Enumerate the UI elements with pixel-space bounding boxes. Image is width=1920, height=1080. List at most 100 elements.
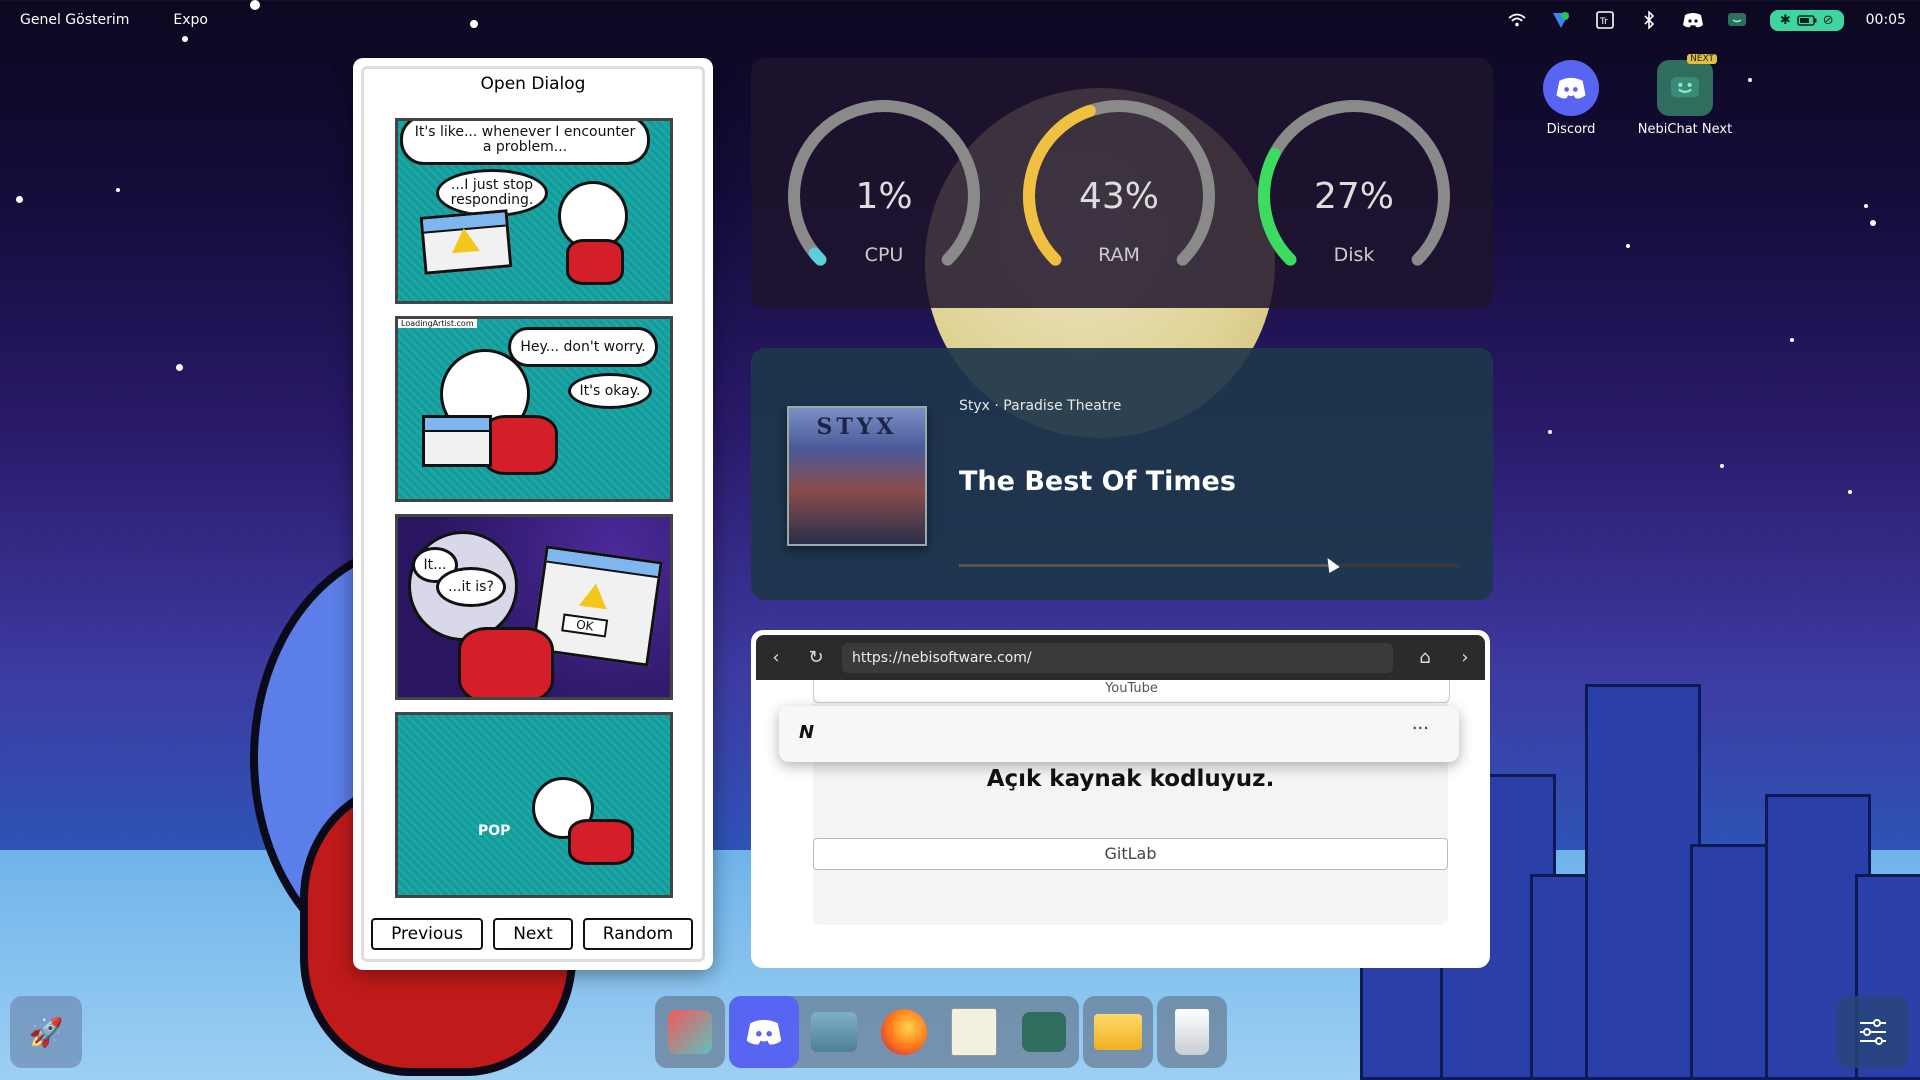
next-badge: NEXT	[1687, 54, 1717, 64]
page-headline: Açık kaynak kodluyuz.	[986, 766, 1275, 792]
clock[interactable]: 00:05	[1866, 12, 1906, 28]
nebichat-tray-icon[interactable]	[1726, 9, 1748, 31]
color-picker-icon	[668, 1010, 712, 1054]
speech-bubble: Hey... don't worry.	[508, 327, 658, 367]
cpu-gauge: 1% CPU	[784, 96, 984, 296]
mouse-cursor	[1322, 554, 1340, 574]
site-logo[interactable]: N	[799, 722, 814, 743]
bluetooth-icon: ✱	[1779, 12, 1791, 28]
top-bar: Genel Gösterim Expo Tr ✱ ⊘ 00:05	[0, 0, 1920, 42]
ram-gauge: 43% RAM	[1019, 96, 1219, 296]
random-button[interactable]: Random	[583, 918, 693, 950]
firefox-icon	[881, 1009, 927, 1055]
music-player-widget: STYX Styx · Paradise Theatre The Best Of…	[751, 348, 1493, 600]
discord-icon	[746, 1019, 782, 1045]
ram-value: 43%	[1078, 176, 1159, 217]
gitlab-link[interactable]: GitLab	[813, 838, 1448, 870]
ram-label: RAM	[1098, 244, 1140, 266]
sound-effect: POP	[478, 823, 511, 839]
youtube-link[interactable]: YouTube	[813, 680, 1450, 703]
progress-track[interactable]	[959, 554, 1459, 574]
browser-widget: ‹ ↻ https://nebisoftware.com/ ⌂ › YouTub…	[751, 630, 1490, 968]
quick-settings-button[interactable]	[1837, 996, 1909, 1068]
dock-archive[interactable]	[799, 996, 869, 1068]
warning-icon	[578, 581, 610, 610]
disk-label: Disk	[1333, 244, 1375, 266]
dialog-window	[419, 209, 513, 275]
vpn-shield-icon[interactable]	[1550, 9, 1572, 31]
character-shirt	[568, 819, 634, 865]
dock-group	[729, 996, 1079, 1068]
comic-widget: Open Dialog It's like... whenever I enco…	[353, 58, 713, 970]
bluetooth-icon[interactable]	[1638, 9, 1660, 31]
battery-status[interactable]: ✱ ⊘	[1769, 9, 1844, 31]
rocket-icon: 🚀	[28, 1015, 64, 1049]
sliders-icon	[1860, 1019, 1886, 1045]
track-artist-album: Styx · Paradise Theatre	[959, 398, 1122, 414]
back-icon[interactable]: ‹	[756, 647, 796, 668]
dialog-window	[422, 415, 492, 467]
reload-icon[interactable]: ↻	[796, 647, 836, 668]
speech-bubble: ...it is?	[436, 567, 506, 607]
home-icon[interactable]: ⌂	[1405, 647, 1445, 668]
desktop-icon-nebichat[interactable]: NEXT NebiChat Next	[1630, 54, 1740, 137]
trash-icon	[1175, 1009, 1209, 1055]
browser-toolbar: ‹ ↻ https://nebisoftware.com/ ⌂ ›	[756, 635, 1485, 680]
app-launcher-button[interactable]: 🚀	[10, 996, 82, 1068]
ok-button: OK	[561, 613, 609, 638]
character-shirt	[482, 415, 558, 475]
nebichat-icon	[1022, 1012, 1066, 1052]
expo-menu[interactable]: Expo	[173, 12, 208, 28]
svg-text:Tr: Tr	[1599, 17, 1608, 27]
files-icon	[1094, 1014, 1142, 1050]
comic-panel-3: It... ...it is? OK	[395, 514, 673, 700]
site-navbar: N ···	[779, 706, 1459, 762]
battery-icon	[1796, 14, 1817, 26]
warning-icon	[449, 226, 480, 254]
disk-gauge: 27% Disk	[1254, 96, 1454, 296]
dock-files[interactable]	[1083, 996, 1153, 1068]
progress-fill	[959, 564, 1329, 567]
dock-text-editor[interactable]	[939, 996, 1009, 1068]
archive-icon	[811, 1012, 857, 1052]
album-cover[interactable]: STYX	[787, 406, 927, 546]
comic-panel-1: It's like... whenever I encounter a prob…	[395, 118, 673, 304]
album-cover-title: STYX	[816, 414, 898, 440]
dock	[655, 996, 1227, 1068]
previous-button[interactable]: Previous	[371, 918, 483, 950]
dock-discord[interactable]	[729, 996, 799, 1068]
url-bar[interactable]: https://nebisoftware.com/	[842, 642, 1393, 673]
translate-icon[interactable]: Tr	[1594, 9, 1616, 31]
character-shirt	[566, 239, 624, 285]
watermark: LoadingArtist.com	[398, 319, 477, 328]
comic-panel-4: POP	[395, 712, 673, 898]
desktop-icon-label: NebiChat Next	[1637, 122, 1733, 137]
comic-title: Open Dialog	[480, 74, 586, 94]
cpu-value: 1%	[855, 176, 913, 217]
desktop-icon-label: Discord	[1546, 122, 1596, 137]
overview-menu[interactable]: Genel Gösterim	[20, 12, 129, 28]
next-button[interactable]: Next	[493, 918, 573, 950]
do-not-disturb-icon: ⊘	[1822, 12, 1834, 28]
wifi-icon[interactable]	[1506, 9, 1528, 31]
cpu-label: CPU	[864, 244, 904, 266]
comic-panel-2: LoadingArtist.com Hey... don't worry. It…	[395, 316, 673, 502]
more-menu-icon[interactable]: ···	[1412, 718, 1429, 739]
speech-bubble: It's okay.	[568, 373, 652, 409]
character-shirt	[458, 627, 554, 697]
dock-trash[interactable]	[1157, 996, 1227, 1068]
nebichat-icon: NEXT	[1657, 54, 1717, 116]
dock-color-picker[interactable]	[655, 996, 725, 1068]
desktop-icon-discord[interactable]: Discord	[1516, 60, 1626, 137]
speech-bubble: It's like... whenever I encounter a prob…	[400, 121, 650, 165]
track-title: The Best Of Times	[959, 466, 1236, 497]
text-editor-icon	[951, 1008, 997, 1056]
system-monitor-widget: 1% CPU 43% RAM 27% Disk	[751, 58, 1493, 308]
discord-tray-icon[interactable]	[1682, 9, 1704, 31]
comic-controls: Previous Next Random	[371, 918, 695, 950]
dock-firefox[interactable]	[869, 996, 939, 1068]
disk-value: 27%	[1313, 176, 1394, 217]
discord-icon	[1543, 60, 1599, 116]
dock-nebichat[interactable]	[1009, 996, 1079, 1068]
forward-icon[interactable]: ›	[1445, 647, 1485, 668]
